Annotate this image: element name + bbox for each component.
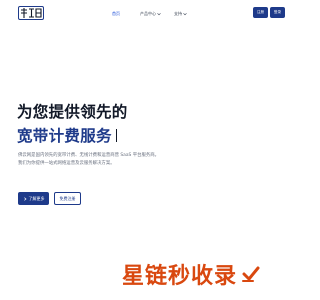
hero-description: 佛云网是国内领先的宽带计费、无线计费和运营商营 SaaS 平台服务商。 我们为你… (18, 152, 198, 167)
nav-support-label: 支持 (174, 11, 182, 16)
site-header: 首页 产品中心 支持 注册 登录 (0, 0, 300, 26)
typing-cursor (115, 129, 118, 142)
chevron-down-icon (157, 12, 161, 16)
hero-description-line2: 我们为你提供一站式网络运营及云服务解决方案。 (18, 160, 115, 166)
hero-title-line1: 为您提供领先的 (17, 103, 128, 121)
main-nav: 首页 产品中心 支持 (112, 9, 187, 19)
page: 首页 产品中心 支持 注册 登录 为您提供领先的 宽带计费服务 佛云网是国内领先… (0, 0, 300, 300)
learn-more-button[interactable]: 了解更多 (18, 192, 49, 205)
hero-title-line2: 宽带计费服务 (17, 124, 118, 146)
login-button[interactable]: 登录 (270, 7, 285, 18)
free-register-button[interactable]: 免费注册 (54, 192, 81, 205)
brand-logo-icon (18, 6, 44, 20)
chevron-down-icon (183, 12, 187, 16)
hero-title-line2-text: 宽带计费服务 (17, 127, 112, 145)
learn-more-label: 了解更多 (28, 195, 45, 201)
nav-product-center-label: 产品中心 (140, 11, 156, 16)
brand-logo[interactable] (18, 6, 44, 20)
nav-product-center[interactable]: 产品中心 (140, 11, 161, 17)
nav-support[interactable]: 支持 (174, 11, 187, 17)
hero-description-line1: 佛云网是国内领先的宽带计费、无线计费和运营商营 SaaS 平台服务商。 (18, 153, 160, 158)
arrow-right-icon (23, 196, 27, 201)
watermark-text: 星链秒收录 (122, 264, 238, 289)
nav-home[interactable]: 首页 (112, 11, 120, 17)
watermark: 星链秒收录 (122, 258, 261, 290)
rocket-check-icon (242, 266, 260, 282)
register-button[interactable]: 注册 (253, 7, 268, 18)
